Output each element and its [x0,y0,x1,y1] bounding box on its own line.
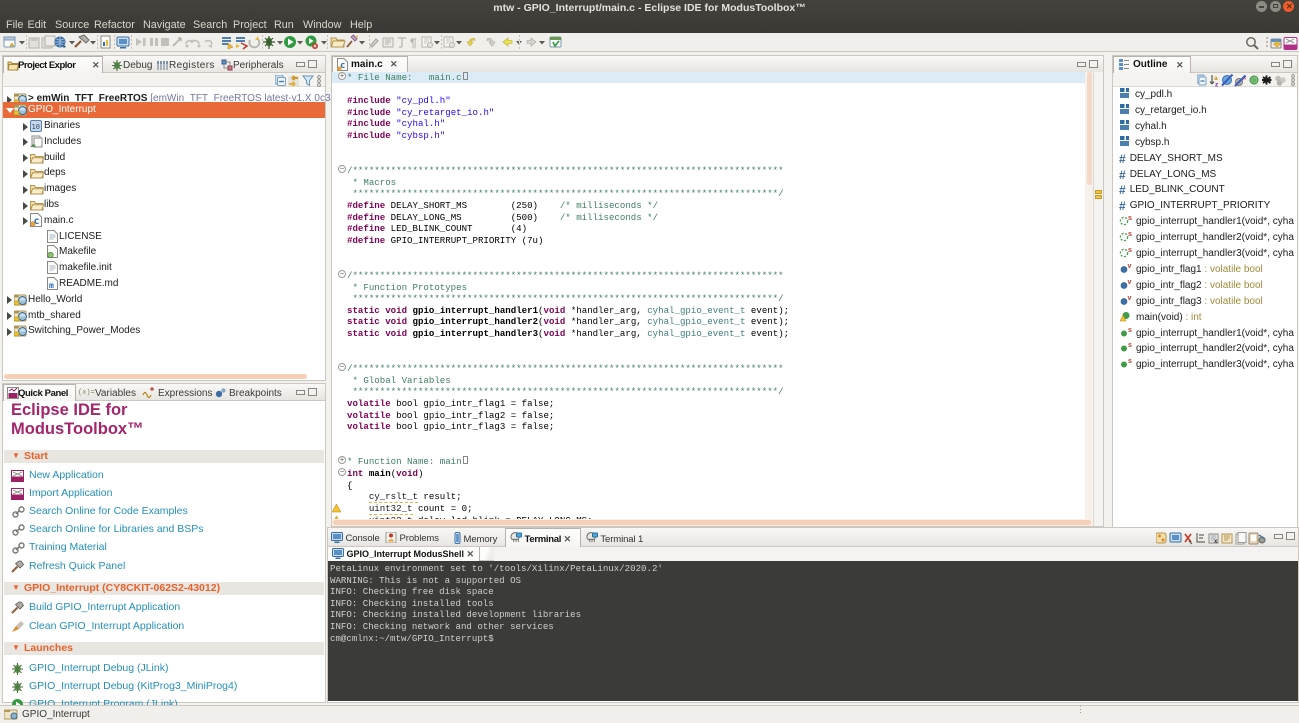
svg-text:v: v [1128,279,1132,286]
svg-text:¶: ¶ [410,36,417,50]
svg-text:s: s [1128,342,1132,349]
svg-text:m: m [49,281,54,290]
svg-text:s: s [1128,247,1132,254]
svg-text:s: s [1128,215,1132,222]
svg-text:v: v [1128,295,1132,302]
svg-text:s: s [1128,231,1132,238]
svg-text:10: 10 [32,123,40,131]
svg-text:v: v [1128,263,1132,270]
svg-text:s: s [1128,327,1132,334]
svg-text:s: s [1128,358,1132,365]
